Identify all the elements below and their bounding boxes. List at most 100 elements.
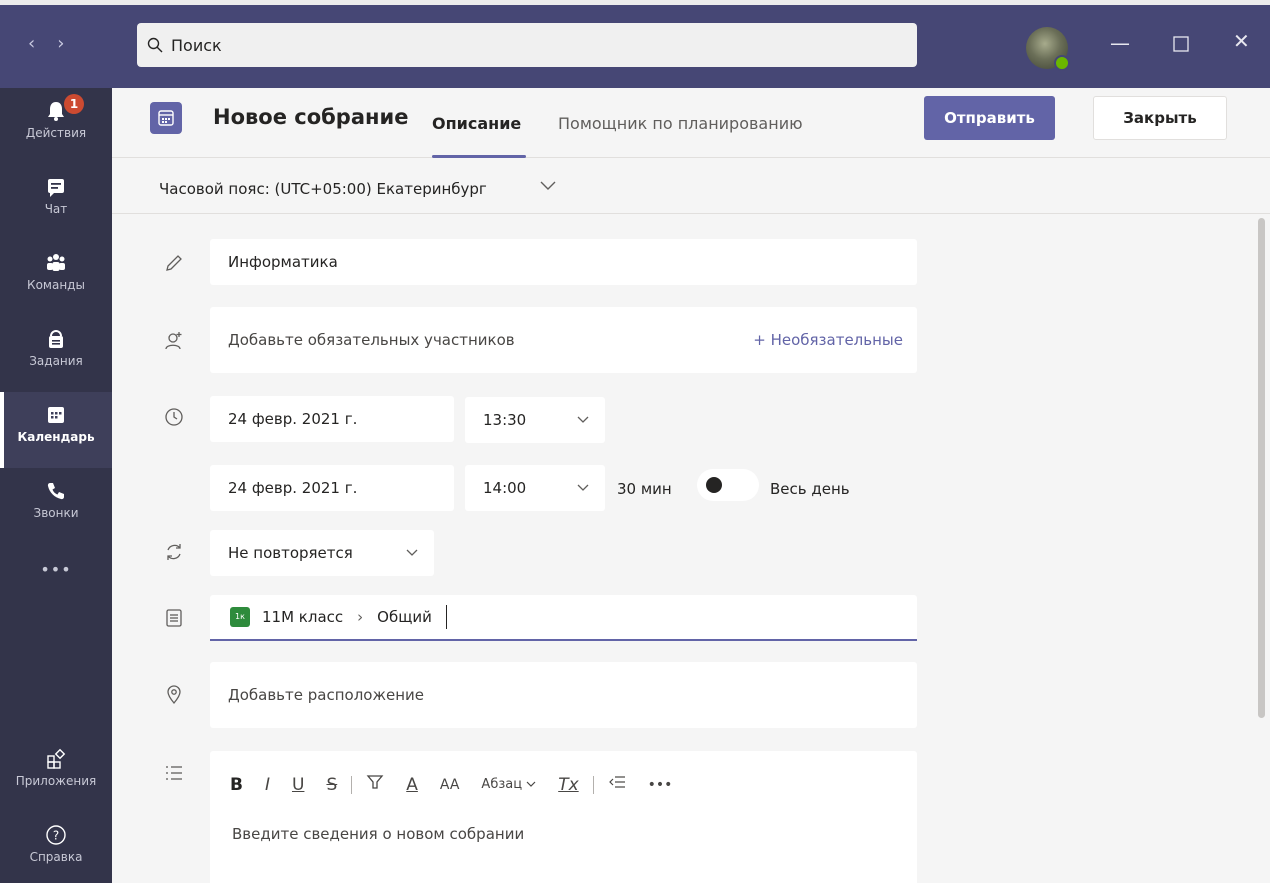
start-date-field[interactable]: 24 февр. 2021 г.: [210, 396, 454, 442]
rail-item-label: Задания: [29, 354, 83, 368]
tab-description[interactable]: Описание: [432, 114, 521, 133]
rail-item-calls[interactable]: Звонки: [0, 468, 112, 544]
end-date-value: 24 февр. 2021 г.: [228, 479, 358, 497]
bold-button[interactable]: B: [230, 775, 243, 795]
rail-item-more[interactable]: •••: [0, 554, 112, 594]
start-date-value: 24 февр. 2021 г.: [228, 410, 358, 428]
duration-label: 30 мин: [617, 480, 672, 498]
strikethrough-button[interactable]: S: [326, 775, 337, 795]
back-arrow-icon[interactable]: ‹: [28, 33, 35, 54]
search-placeholder: Поиск: [171, 35, 222, 55]
scrollbar[interactable]: [1258, 218, 1265, 718]
title-bar: ‹ › Поиск — ✕: [0, 0, 1270, 88]
bulleted-list-icon: [166, 766, 182, 780]
teams-icon: [47, 254, 65, 271]
chat-icon: [48, 179, 64, 197]
clear-formatting-button[interactable]: Tx: [558, 775, 578, 795]
svg-text:?: ?: [53, 829, 59, 843]
help-icon: ?: [46, 825, 66, 845]
rail-item-label: Справка: [29, 850, 83, 864]
apps-icon: [47, 748, 66, 769]
repeat-value: Не повторяется: [228, 544, 353, 562]
activity-badge: 1: [64, 94, 84, 114]
rail-item-assignments[interactable]: Задания: [0, 316, 112, 392]
close-button[interactable]: Закрыть: [1093, 96, 1227, 140]
add-optional-attendees-link[interactable]: + Необязательные: [753, 331, 903, 349]
new-meeting-calendar-icon: [150, 102, 182, 134]
tab-scheduling-assistant[interactable]: Помощник по планированию: [558, 114, 803, 133]
meeting-details-editor[interactable]: B I U S A AA Абзац Tx ••• Введите сведен…: [210, 751, 917, 883]
meeting-title-field[interactable]: Информатика: [210, 239, 917, 285]
italic-button[interactable]: I: [265, 775, 270, 795]
assignments-icon: [49, 330, 63, 348]
maximize-icon[interactable]: [1173, 33, 1189, 57]
decrease-indent-icon[interactable]: [608, 774, 626, 795]
chevron-down-icon: [406, 546, 418, 560]
team-name: 11М класс: [262, 608, 344, 626]
channel-field[interactable]: 1к 11М класс › Общий: [210, 595, 917, 641]
chevron-down-icon: [577, 481, 589, 495]
page-title: Новое собрание: [213, 105, 409, 129]
timezone-selector[interactable]: Часовой пояс: (UTC+05:00) Екатеринбург: [112, 158, 1270, 214]
search-input[interactable]: Поиск: [137, 23, 917, 67]
pencil-icon: [166, 255, 182, 271]
all-day-toggle[interactable]: [697, 469, 759, 501]
rail-item-label: Календарь: [17, 430, 95, 444]
more-options-button[interactable]: •••: [648, 777, 673, 793]
rail-item-label: Приложения: [15, 774, 97, 788]
start-time-value: 13:30: [483, 411, 527, 429]
end-date-field[interactable]: 24 февр. 2021 г.: [210, 465, 454, 511]
send-button[interactable]: Отправить: [924, 96, 1055, 140]
rail-item-calendar[interactable]: Календарь: [0, 392, 112, 468]
paragraph-label: Абзац: [481, 777, 523, 792]
location-pin-icon: [167, 685, 181, 705]
font-color-button[interactable]: A: [406, 775, 418, 795]
rail-item-teams[interactable]: Команды: [0, 240, 112, 316]
rail-item-label: Чат: [44, 202, 68, 216]
rail-item-chat[interactable]: Чат: [0, 164, 112, 240]
phone-icon: [47, 483, 64, 500]
end-time-dropdown[interactable]: 14:00: [465, 465, 605, 511]
rail-item-apps[interactable]: Приложения: [0, 736, 112, 812]
calendar-icon: [48, 407, 64, 423]
channel-icon: [166, 609, 182, 627]
chevron-down-icon: [540, 176, 556, 195]
text-caret: [445, 605, 447, 629]
repeat-dropdown[interactable]: Не повторяется: [210, 530, 434, 576]
underline-button[interactable]: U: [292, 775, 304, 795]
editor-placeholder: Введите сведения о новом собрании: [232, 825, 525, 843]
formatting-toolbar: B I U S A AA Абзац Tx •••: [230, 773, 694, 796]
presence-available-icon: [1054, 55, 1070, 71]
close-window-icon[interactable]: ✕: [1233, 29, 1250, 53]
location-placeholder: Добавьте расположение: [228, 686, 424, 704]
rail-item-activity[interactable]: 1 Действия: [0, 88, 112, 164]
meeting-title-value: Информатика: [228, 253, 338, 271]
avatar[interactable]: [1026, 27, 1070, 71]
app-rail: 1 Действия Чат Команды Задания Календарь…: [0, 88, 112, 883]
minimize-icon[interactable]: —: [1110, 31, 1130, 55]
toolbar-divider: [592, 775, 594, 794]
forward-arrow-icon[interactable]: ›: [57, 33, 64, 54]
more-icon: •••: [40, 560, 72, 579]
location-field[interactable]: Добавьте расположение: [210, 662, 917, 728]
chevron-down-icon: [577, 413, 589, 427]
attendees-field[interactable]: Добавьте обязательных участников + Необя…: [210, 307, 917, 373]
add-person-icon: [165, 332, 182, 350]
toolbar-divider: [351, 775, 353, 794]
team-avatar: 1к: [230, 607, 250, 627]
highlight-icon[interactable]: [366, 773, 384, 796]
rail-item-label: Действия: [25, 126, 87, 140]
paragraph-dropdown[interactable]: Абзац: [481, 777, 536, 792]
timezone-label: Часовой пояс: (UTC+05:00) Екатеринбург: [159, 180, 487, 198]
meeting-header: Новое собрание Описание Помощник по план…: [112, 88, 1270, 158]
font-size-button[interactable]: AA: [440, 777, 460, 793]
rail-item-help[interactable]: ? Справка: [0, 812, 112, 883]
rail-item-label: Звонки: [33, 506, 79, 520]
all-day-label: Весь день: [770, 480, 850, 498]
start-time-dropdown[interactable]: 13:30: [465, 397, 605, 443]
chevron-right-icon: ›: [357, 608, 364, 626]
search-icon: [147, 37, 163, 53]
channel-name: Общий: [377, 608, 432, 626]
clock-icon: [165, 408, 183, 426]
nav-arrows: ‹ ›: [28, 33, 64, 54]
